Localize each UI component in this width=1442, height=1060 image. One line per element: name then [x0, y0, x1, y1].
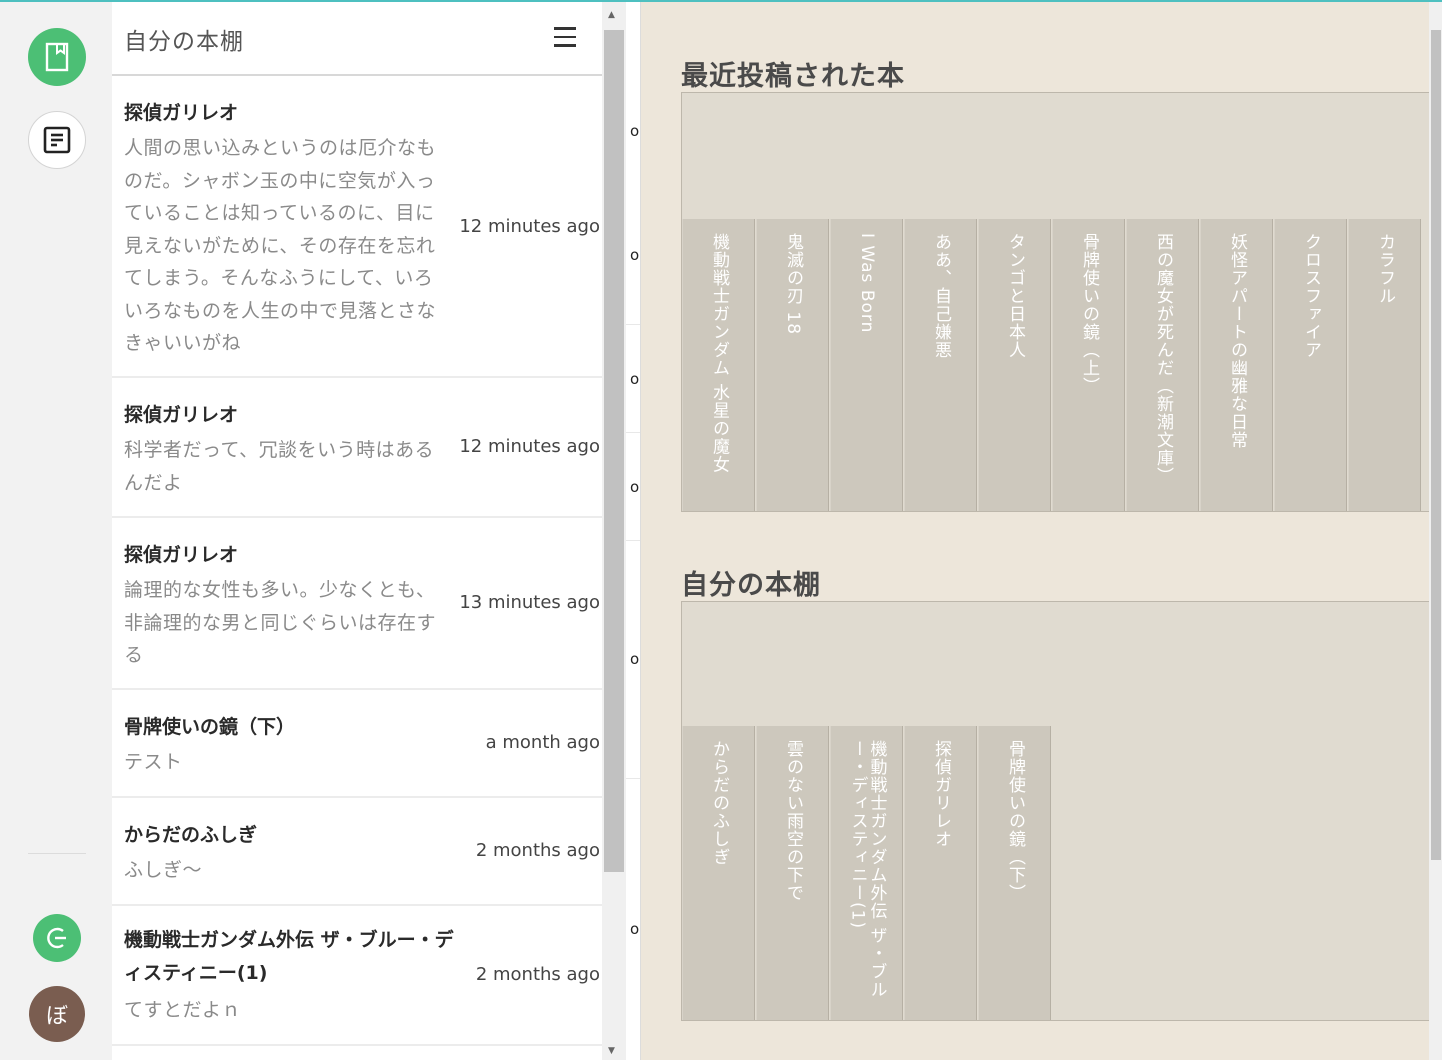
book-title: カラフル	[1375, 233, 1395, 305]
recent-books-title: 最近投稿された本	[681, 61, 905, 92]
side-rail: ぼ	[0, 2, 112, 1060]
logout-icon	[47, 927, 66, 949]
main-scroll-thumb[interactable]	[1431, 30, 1441, 860]
book-spine[interactable]: クロスファイア	[1274, 219, 1347, 511]
gutter-mark: o	[630, 246, 640, 264]
book-title: 機動戦士ガンダム 水星の魔女	[709, 233, 729, 474]
post-title: 機動戦士ガンダム外伝 ザ・ブルー・ディスティニー(1)	[124, 929, 454, 984]
my-bookshelf-title: 自分の本棚	[681, 570, 821, 601]
gutter-divider	[626, 540, 640, 541]
book-title: 鬼滅の刃 18	[783, 233, 803, 336]
recent-bookshelf: 機動戦士ガンダム 水星の魔女 鬼滅の刃 18 I Was Born ああ、自己嫌…	[681, 92, 1431, 512]
post-body: 論理的な女性も多い。少なくとも、非論理的な男と同じぐらいは存在する	[124, 579, 437, 666]
post-title: からだのふしぎ	[124, 824, 258, 846]
book-spine[interactable]: I Was Born	[830, 219, 903, 511]
logout-button[interactable]	[33, 914, 81, 962]
panel-scroll-thumb[interactable]	[604, 30, 624, 872]
gutter-divider	[626, 432, 640, 433]
book-title: 妖怪アパートの幽雅な日常	[1227, 233, 1247, 449]
book-title: 機動戦士ガンダム外伝 ザ・ブルー・ディスティニー(1)	[847, 740, 887, 999]
list-item[interactable]: 骨牌使いの鏡（下） テスト a month ago	[112, 690, 602, 798]
gutter-mark: o	[630, 650, 640, 668]
scroll-down-icon[interactable]: ▼	[608, 1046, 615, 1056]
scroll-up-icon[interactable]: ▲	[608, 10, 615, 20]
book-spine[interactable]: 探偵ガリレオ	[904, 726, 977, 1020]
book-spine[interactable]: 機動戦士ガンダム外伝 ザ・ブルー・ディスティニー(1)	[830, 726, 903, 1020]
post-time: 13 minutes ago	[459, 592, 600, 613]
list-item[interactable]: 探偵ガリレオ 論理的な女性も多い。少なくとも、非論理的な男と同じぐらいは存在する…	[112, 518, 602, 690]
book-spine[interactable]: からだのふしぎ	[682, 726, 755, 1020]
book-spine[interactable]: 西の魔女が死んだ（新潮文庫）	[1126, 219, 1199, 511]
gutter-divider	[626, 778, 640, 779]
book-spine[interactable]: 雲のない雨空の下で	[756, 726, 829, 1020]
post-time: 2 months ago	[475, 964, 600, 985]
post-title: 探偵ガリレオ	[124, 404, 239, 426]
my-bookshelf: からだのふしぎ 雲のない雨空の下で 機動戦士ガンダム外伝 ザ・ブルー・ディスティ…	[681, 601, 1431, 1021]
gutter	[626, 2, 641, 1060]
post-body: ふしぎ〜	[124, 859, 203, 881]
post-time: 12 minutes ago	[459, 436, 600, 457]
book-title: 西の魔女が死んだ（新潮文庫）	[1153, 233, 1173, 485]
list-item[interactable]: 探偵ガリレオ 科学者だって、冗談をいう時はあるんだよ 12 minutes ag…	[112, 378, 602, 518]
posts-panel: 自分の本棚 探偵ガリレオ 人間の思い込みというのは厄介なものだ。シャボン玉の中に…	[112, 2, 602, 1060]
post-title: 骨牌使いの鏡（下）	[124, 716, 296, 738]
post-body: 人間の思い込みというのは厄介なものだ。シャボン玉の中に空気が入っていることは知っ…	[124, 137, 437, 354]
book-title: 雲のない雨空の下で	[783, 740, 803, 902]
book-icon	[45, 42, 69, 72]
post-title: 探偵ガリレオ	[124, 102, 239, 124]
post-time: 2 months ago	[475, 840, 600, 861]
list-item[interactable]: 探偵ガリレオ 人間の思い込みというのは厄介なものだ。シャボン玉の中に空気が入って…	[112, 76, 602, 378]
post-body: 科学者だって、冗談をいう時はあるんだよ	[124, 439, 435, 494]
book-spine[interactable]: 妖怪アパートの幽雅な日常	[1200, 219, 1273, 511]
book-spine[interactable]: タンゴと日本人	[978, 219, 1051, 511]
book-title: I Was Born	[857, 233, 877, 334]
post-body: てすとだよｎ	[124, 999, 242, 1021]
avatar-letter: ぼ	[45, 1004, 68, 1029]
book-title: 骨牌使いの鏡（下）	[1005, 740, 1025, 902]
list-item[interactable]: からだのふしぎ ふしぎ〜 2 months ago	[112, 798, 602, 906]
avatar[interactable]: ぼ	[29, 986, 85, 1042]
book-title: クロスファイア	[1301, 233, 1321, 359]
book-spine[interactable]: カラフル	[1348, 219, 1421, 511]
book-spine[interactable]: 機動戦士ガンダム 水星の魔女	[682, 219, 755, 511]
rail-divider	[28, 853, 86, 854]
gutter-divider	[626, 324, 640, 325]
panel-title: 自分の本棚	[124, 29, 244, 55]
book-button[interactable]	[28, 28, 86, 86]
book-title: 探偵ガリレオ	[931, 740, 951, 848]
notes-button[interactable]	[28, 111, 86, 169]
book-title: ああ、自己嫌悪	[931, 233, 951, 359]
main-content: 最近投稿された本 機動戦士ガンダム 水星の魔女 鬼滅の刃 18 I Was Bo…	[641, 2, 1431, 1060]
list-item[interactable]: 機動戦士ガンダム外伝 ザ・ブルー・ディスティニー(1) てすとだよｎ 2 mon…	[112, 906, 602, 1046]
book-spine[interactable]: 骨牌使いの鏡（下）	[978, 726, 1051, 1020]
book-spine[interactable]: 鬼滅の刃 18	[756, 219, 829, 511]
notes-icon	[43, 126, 71, 154]
gutter-mark: o	[630, 478, 640, 496]
post-time: a month ago	[485, 732, 600, 753]
book-title: からだのふしぎ	[709, 740, 729, 866]
hamburger-menu-icon[interactable]	[554, 27, 576, 47]
book-spine[interactable]: 骨牌使いの鏡（上）	[1052, 219, 1125, 511]
gutter-mark: o	[630, 920, 640, 938]
gutter-mark: o	[630, 370, 640, 388]
book-title: 骨牌使いの鏡（上）	[1079, 233, 1099, 395]
post-body: テスト	[124, 751, 183, 773]
post-title: 探偵ガリレオ	[124, 544, 239, 566]
post-time: 12 minutes ago	[459, 216, 600, 237]
book-spine[interactable]: ああ、自己嫌悪	[904, 219, 977, 511]
panel-header: 自分の本棚	[112, 2, 602, 76]
book-title: タンゴと日本人	[1005, 233, 1025, 359]
gutter-mark: o	[630, 122, 640, 140]
